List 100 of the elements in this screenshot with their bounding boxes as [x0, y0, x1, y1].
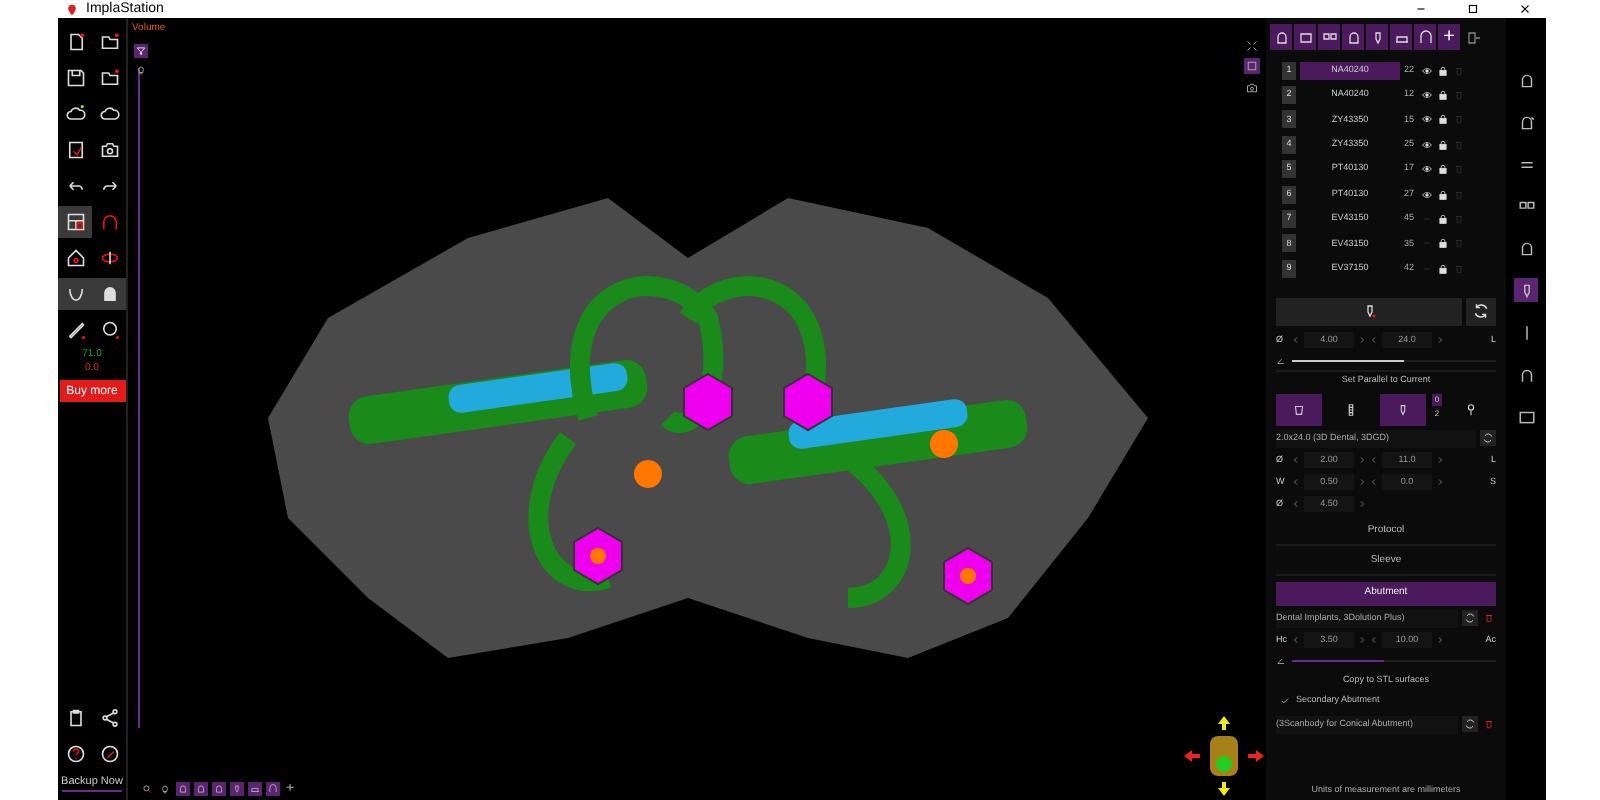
tooth-button[interactable]: [194, 782, 208, 796]
trash-icon: [1484, 718, 1494, 731]
trash-icon: [1454, 114, 1464, 125]
implant-icon: [1369, 29, 1385, 45]
implant-button[interactable]: [1366, 24, 1388, 50]
tooth-button[interactable]: [1342, 24, 1364, 50]
lock-icon: [1438, 139, 1448, 150]
share-button[interactable]: [97, 705, 121, 730]
lock-icon: [1438, 263, 1448, 274]
refresh-button[interactable]: [1462, 716, 1478, 733]
implant-icon: [1396, 401, 1410, 418]
jaw-icon: [65, 284, 85, 304]
tooth-button[interactable]: [176, 782, 190, 796]
trash-icon: [1454, 65, 1464, 76]
tooth-icon: [1273, 29, 1289, 45]
lock-icon: [1438, 238, 1448, 249]
trash-icon: [1454, 90, 1464, 101]
tool-button[interactable]: [92, 278, 126, 310]
trash-icon: [1484, 612, 1494, 625]
tooth-button[interactable]: [212, 782, 226, 796]
box-icon: [1517, 407, 1535, 425]
angle-icon: [1276, 355, 1286, 366]
layout-icon: [65, 212, 85, 232]
rotate-icon: [99, 248, 119, 268]
refresh-icon: [1472, 302, 1490, 321]
tooth-icon: [1517, 239, 1535, 257]
help-icon: [65, 743, 85, 764]
camera-button[interactable]: [1244, 80, 1260, 96]
trash-icon: [1454, 263, 1464, 274]
cloud-icon: [99, 104, 119, 124]
type-button[interactable]: [1380, 393, 1426, 426]
camera-icon: [1246, 82, 1258, 94]
undo-icon: [65, 176, 85, 196]
refresh-icon: [1464, 612, 1476, 625]
refresh-button[interactable]: [1480, 430, 1496, 447]
export-icon: [1465, 29, 1481, 45]
camera-icon: [99, 140, 119, 160]
maximize-icon: [1465, 2, 1479, 16]
minimize-icon: [1413, 2, 1427, 16]
screw-icon: [1344, 401, 1358, 418]
lock-icon: [1438, 164, 1448, 175]
tooth-icon: [1517, 113, 1535, 131]
lock-icon: [1438, 189, 1448, 200]
refresh-icon: [1464, 718, 1476, 731]
tool-button[interactable]: [58, 278, 92, 310]
folder-icon: [99, 68, 119, 88]
guide-button[interactable]: [1414, 24, 1436, 50]
cup-icon: [1292, 401, 1306, 418]
app-logo-icon: [66, 1, 78, 17]
ruler-icon: [65, 320, 85, 340]
search-button[interactable]: [140, 782, 154, 796]
refresh-icon: [1482, 432, 1494, 445]
lock-icon: [1438, 65, 1448, 76]
share-icon: [99, 707, 119, 728]
tooth-icon: [1517, 71, 1535, 89]
lock-icon: [1438, 90, 1448, 101]
arch-icon: [99, 212, 119, 232]
implant-button[interactable]: [230, 782, 244, 796]
trash-icon: [1454, 189, 1464, 200]
help-button[interactable]: [63, 741, 87, 766]
trash-icon: [1454, 164, 1464, 175]
tooth-icon: [99, 284, 119, 304]
implant-icon: [232, 784, 242, 794]
checkmark-icon[interactable]: [1280, 696, 1290, 707]
guide-button[interactable]: [266, 782, 280, 796]
square-icon: [1246, 60, 1258, 72]
refresh-button[interactable]: [1466, 297, 1496, 326]
angle-icon: [1276, 655, 1286, 666]
guide-icon: [1417, 29, 1433, 45]
tooth-icon: [1345, 29, 1361, 45]
funnel-icon: [136, 46, 146, 56]
tag-icon: [99, 320, 119, 340]
save-icon: [65, 68, 85, 88]
refresh-button[interactable]: [1462, 610, 1478, 627]
expand-icon: [1246, 40, 1258, 52]
folder-icon: [99, 32, 119, 52]
clipboard-icon: [65, 707, 85, 728]
redo-icon: [99, 176, 119, 196]
house-icon: [65, 248, 85, 268]
file-icon: [65, 32, 85, 52]
guide-icon: [268, 784, 278, 794]
lightbulb-icon: [136, 64, 146, 76]
search-icon: [142, 784, 152, 794]
delete-button[interactable]: [1482, 716, 1496, 733]
implant-icon: [1361, 302, 1377, 321]
add-button[interactable]: +: [1438, 24, 1460, 50]
document-icon: [65, 140, 85, 160]
tooth-button[interactable]: [1270, 24, 1292, 50]
tool-button[interactable]: [58, 206, 92, 238]
orientation-gizmo-icon[interactable]: [1180, 712, 1266, 800]
lightbulb-button[interactable]: [158, 782, 172, 796]
type-button[interactable]: [1276, 393, 1322, 426]
delete-button[interactable]: [1482, 610, 1496, 627]
filter-button[interactable]: [134, 44, 148, 58]
trash-icon: [1454, 214, 1464, 225]
lock-icon: [1438, 114, 1448, 125]
trash-icon: [1454, 238, 1464, 249]
close-icon: [1517, 2, 1531, 16]
expand-button[interactable]: [1244, 38, 1260, 54]
cloud-icon: [65, 104, 85, 124]
